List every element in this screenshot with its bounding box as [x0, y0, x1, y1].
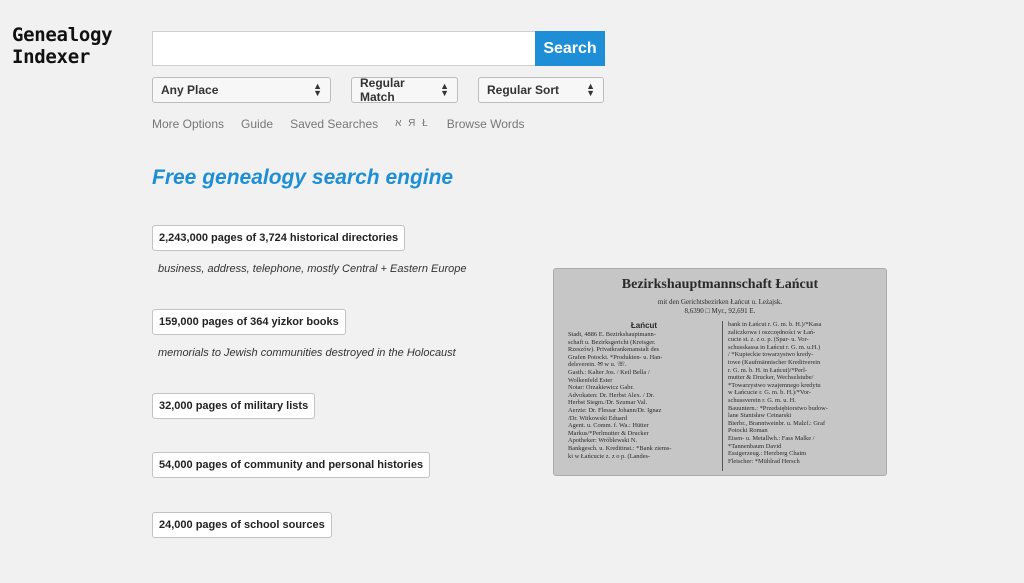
- document-text-line: delsverein. ✉ w u. ☏.: [568, 361, 627, 369]
- stat-school-button[interactable]: 24,000 pages of school sources: [152, 512, 332, 538]
- document-text-line: Bierbr., Branntweinbr. u. Malzf.: Graf: [728, 419, 826, 427]
- document-text-line: Notar: Orzakiewicz Gabr.: [568, 384, 634, 392]
- updown-arrows-icon: ▲ ▼: [313, 81, 322, 98]
- document-text-line: Apotheker: Wróblewski N.: [568, 437, 638, 445]
- document-text-line: w Łańcucie r. G. m. b. H.)/*Vor-: [728, 389, 811, 397]
- stat-yizkor-button[interactable]: 159,000 pages of 364 yizkor books: [152, 309, 346, 335]
- document-text-line: Gasth.: Kalter Jos. / Keil Bella /: [568, 368, 650, 376]
- document-title: Bezirkshauptmannschaft Łańcut: [621, 277, 819, 292]
- search-bar: Search: [152, 31, 605, 66]
- place-select-value: Any Place: [161, 83, 219, 97]
- document-text-line: Rzeszów). Privatkrankenanstalt des: [568, 346, 660, 354]
- keyboard-alphabets-link[interactable]: א Я Ł: [395, 117, 430, 131]
- guide-link[interactable]: Guide: [241, 117, 273, 131]
- document-text-line: schusskassa in Łańcut r. G. m. u.H.): [728, 343, 821, 351]
- document-text-line: Bauuntern.: *Przedsiębiorstwo budow-: [728, 404, 828, 412]
- document-text-line: Advokaten: Dr. Herbst Alex. / Dr.: [568, 391, 655, 399]
- site-logo[interactable]: Genealogy Indexer: [12, 24, 113, 68]
- document-text-line: r. G. m. b. H. in Łańcut)/*Perl-: [728, 366, 807, 374]
- document-text-line: lane Stanisław Cetnarski: [728, 412, 792, 420]
- document-subtitle: mit den Gerichtsbezirken Łańcut u. Leżaj…: [554, 298, 886, 316]
- document-text-line: ki w Łańcucie z. z o p. (Landes-: [568, 452, 651, 460]
- match-select-value: Regular Match: [360, 76, 405, 104]
- document-left-column: Łańcut Stadt, 4886 E. Bezirkshauptmann-s…: [568, 321, 720, 460]
- logo-line-2: Indexer: [12, 46, 90, 68]
- document-text-line: Herbst Siegm./Dr. Szumar Val.: [568, 399, 648, 407]
- document-text-line: *Towarzystwo wzajemnego kredytu: [728, 381, 821, 389]
- place-select[interactable]: Any Place ▲ ▼: [152, 77, 331, 103]
- document-text-line: Fleischer: *Mühlrad Hersch: [728, 457, 800, 465]
- document-subtitle-line: mit den Gerichtsbezirken Łańcut u. Leżaj…: [657, 298, 783, 306]
- document-text-line: Aerzte: Dr. Flessar Johann/Dr. Ignaz: [568, 406, 662, 414]
- stat-yizkor-description: memorials to Jewish communities destroye…: [158, 347, 456, 359]
- match-select[interactable]: Regular Match ▲ ▼: [351, 76, 458, 104]
- document-column-heading: Łańcut: [630, 321, 658, 330]
- browse-words-link[interactable]: Browse Words: [447, 117, 525, 131]
- document-text-line: Wolkenfeld Ester: [568, 376, 613, 384]
- sort-select-value: Regular Sort: [487, 83, 560, 97]
- document-text-line: Stadt, 4886 E. Bezirkshauptmann-: [568, 331, 656, 338]
- document-text-line: *Tannenbaum David: [728, 442, 782, 450]
- document-text-line: Markus/*Perlmutter & Drucker: [568, 429, 649, 437]
- more-options-link[interactable]: More Options: [152, 117, 224, 131]
- document-subtitle-line: 8,6390 □ Myr., 92,691 E.: [684, 307, 756, 315]
- document-text-line: towe (Kaufmännischer Kreditverein: [728, 358, 821, 366]
- document-right-column: bank in Łańcut r. G. m. b. H.)/*Kasa zali…: [728, 321, 880, 465]
- document-text-line: Eisen- u. Metallwh.: Fass Malke /: [728, 434, 815, 442]
- document-text-line: Bankgesch. u. Kreditinst.: *Bank ziems-: [568, 444, 672, 452]
- logo-line-1: Genealogy: [12, 24, 113, 46]
- sample-directory-page-image[interactable]: Bezirkshauptmannschaft Łańcut mit den Ge…: [553, 268, 887, 476]
- search-input[interactable]: [152, 31, 535, 66]
- stat-military-button[interactable]: 32,000 pages of military lists: [152, 393, 316, 419]
- document-text-line: bank in Łańcut r. G. m. b. H.)/*Kasa: [728, 321, 822, 328]
- search-button[interactable]: Search: [535, 31, 605, 66]
- document-text-line: cucie st. z. z o. p. (Spar- u. Vor-: [728, 336, 809, 344]
- document-text-line: Grafen Potocki. *Produkten- u. Han-: [568, 353, 663, 361]
- document-text-line: Potocki Roman: [728, 427, 768, 435]
- document-text-line: schaft u. Bezirksgericht (Kreisger.: [568, 338, 656, 346]
- document-column-divider: [722, 321, 723, 471]
- document-text-line: Essigerzeug.: Herzberg Chaim: [728, 450, 807, 458]
- updown-arrows-icon: ▲ ▼: [440, 81, 449, 98]
- stat-directories-description: business, address, telephone, mostly Cen…: [158, 263, 467, 275]
- options-links: More Options Guide Saved Searches א Я Ł …: [152, 117, 542, 131]
- document-text-line: mutter & Drucker, Wechselstube/: [728, 374, 814, 382]
- sort-select[interactable]: Regular Sort ▲ ▼: [478, 77, 604, 103]
- page-tagline: Free genealogy search engine: [152, 166, 454, 189]
- stat-histories-button[interactable]: 54,000 pages of community and personal h…: [152, 452, 431, 478]
- updown-arrows-icon: ▲ ▼: [586, 81, 595, 98]
- saved-searches-link[interactable]: Saved Searches: [290, 117, 378, 131]
- document-text-line: / *Kupieckie towarzystwo kredy-: [728, 351, 814, 359]
- stat-directories-button[interactable]: 2,243,000 pages of 3,724 historical dire…: [152, 225, 406, 251]
- document-text-line: schussverein r. G. m. u. H.: [728, 396, 796, 404]
- document-text-line: zaliczkowa i oszczędności w Łań-: [728, 328, 816, 336]
- document-text-line: /Dr. Witkowski Eduard: [568, 414, 628, 422]
- document-text-line: Agent. u. Comm. f. Wa.: Hütter: [568, 422, 649, 430]
